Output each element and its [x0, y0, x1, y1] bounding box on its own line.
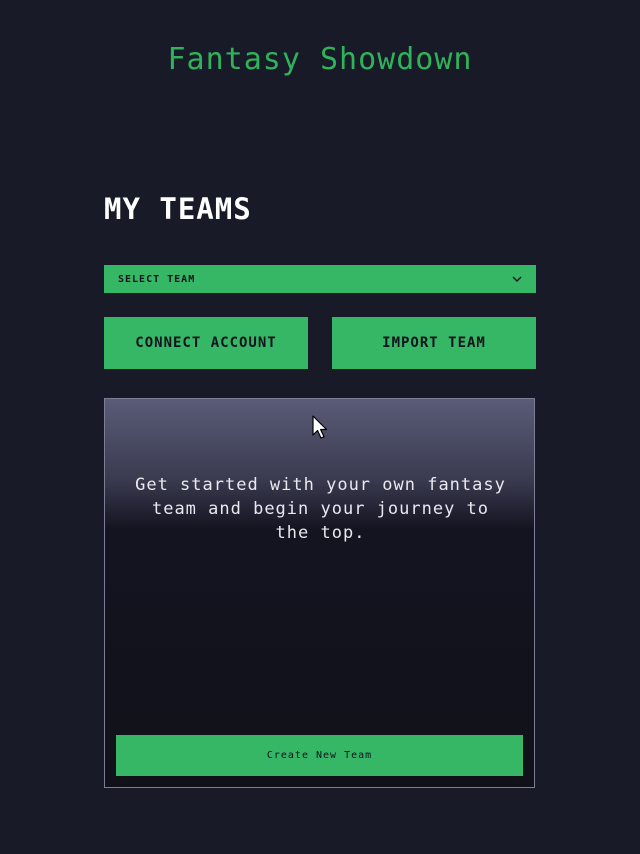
- team-select-label: SELECT TEAM: [118, 273, 196, 285]
- team-select-dropdown[interactable]: SELECT TEAM: [104, 265, 536, 293]
- chevron-down-icon: [512, 274, 522, 284]
- connect-account-button[interactable]: CONNECT ACCOUNT: [104, 317, 308, 369]
- empty-state-message: Get started with your own fantasy team a…: [135, 475, 506, 543]
- app-title: Fantasy Showdown: [167, 42, 473, 77]
- create-new-team-button[interactable]: Create New Team: [116, 735, 523, 776]
- my-teams-heading: MY TEAMS: [104, 192, 252, 226]
- import-team-button[interactable]: IMPORT TEAM: [332, 317, 536, 369]
- empty-state-card: Get started with your own fantasy team a…: [104, 398, 535, 788]
